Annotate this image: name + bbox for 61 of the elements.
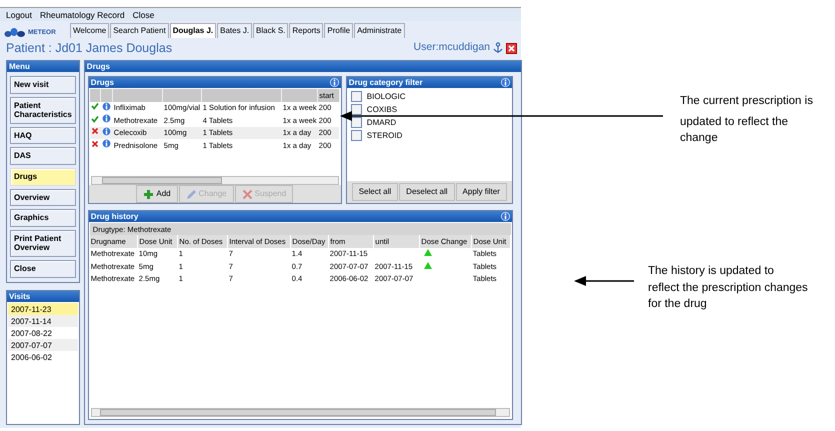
menu-button[interactable]: DAS [10, 147, 76, 165]
checkbox-label: BIOLOGIC [366, 90, 406, 102]
scrollbar[interactable] [90, 176, 339, 185]
menu-item[interactable]: Logout [6, 9, 32, 20]
visit-item[interactable]: 2006-06-02 [8, 350, 78, 363]
anchor-icon [493, 42, 503, 54]
pencil-icon [186, 188, 197, 200]
tab[interactable]: Reports [289, 23, 324, 38]
info-icon[interactable] [102, 114, 111, 124]
checkbox-label: STEROID [366, 130, 402, 142]
menu-button[interactable]: Drugs [10, 168, 76, 186]
menu-item[interactable]: Close [132, 9, 154, 20]
visit-item[interactable]: 2007-08-22 [8, 326, 78, 339]
logo-icon [4, 27, 26, 38]
tab[interactable]: Black S. [253, 23, 288, 38]
menu-button[interactable]: Graphics [10, 209, 76, 227]
tab[interactable]: Profile [324, 23, 354, 38]
panel-title: Drugs [90, 77, 114, 88]
menu-button[interactable]: Patient Characteristics [10, 96, 76, 124]
visit-item[interactable]: 2007-11-14 [8, 314, 78, 327]
checkbox-label: DMARD [366, 116, 396, 128]
menu-button[interactable]: HAQ [10, 126, 76, 144]
panel-title: Visits [9, 290, 30, 302]
panel-title: Drugs [86, 61, 110, 72]
annotation-text: The history is updated to reflect the prescription changes for the drug [648, 264, 808, 312]
annotation-text: The current prescription is [680, 94, 814, 109]
arrow [574, 276, 634, 286]
filter-button[interactable]: Apply filter [456, 183, 507, 201]
patient-title: Patient : Jd01 James Douglas [6, 40, 172, 57]
checkbox[interactable] [350, 117, 362, 128]
visit-item[interactable]: 2007-11-23 [8, 302, 78, 315]
tab[interactable]: Douglas J. [170, 23, 216, 38]
tab[interactable]: Welcome [70, 23, 110, 38]
plus-icon [143, 188, 154, 200]
menu-button[interactable]: Print Patient Overview [10, 230, 76, 257]
visit-item[interactable]: 2007-07-07 [8, 338, 78, 351]
annotation-text: updated to reflect the change [680, 114, 790, 146]
filter-button[interactable]: Deselect all [399, 183, 455, 201]
scrollbar[interactable] [90, 408, 510, 417]
menu-item[interactable]: Rheumatology Record [40, 9, 125, 20]
info-icon[interactable] [102, 139, 111, 148]
close-icon[interactable] [506, 42, 517, 54]
tab[interactable]: Bates J. [217, 23, 252, 38]
panel-title: Drug history [90, 211, 138, 222]
info-icon[interactable] [102, 102, 111, 111]
menu-button[interactable]: Close [10, 260, 76, 278]
checkbox[interactable] [350, 104, 362, 115]
tab[interactable]: Search Patient [110, 23, 169, 38]
menu-button[interactable]: New visit [10, 76, 76, 94]
panel-title: Menu [9, 61, 30, 72]
tab[interactable]: Administrate [354, 23, 405, 38]
user-name: User:mcuddigan [414, 40, 490, 56]
checkbox[interactable] [350, 130, 362, 141]
checkbox[interactable] [350, 91, 362, 102]
cross-icon [242, 188, 253, 200]
info-icon[interactable] [102, 126, 111, 136]
filter-button[interactable]: Select all [352, 183, 398, 201]
menu-button[interactable]: Overview [10, 188, 76, 206]
checkbox-label: COXIBS [366, 104, 398, 116]
add-button[interactable]: Add [136, 185, 178, 203]
panel-title: Drug category filter [348, 77, 423, 88]
